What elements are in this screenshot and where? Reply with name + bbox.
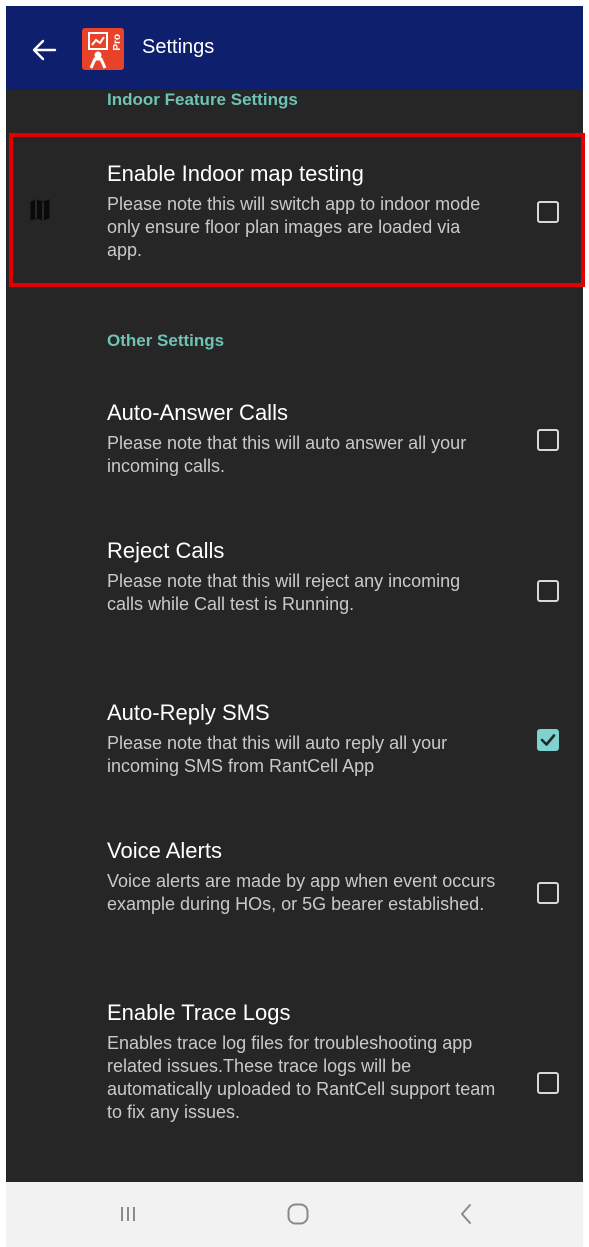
auto-reply-sms-checkbox[interactable] <box>537 729 559 751</box>
settings-screen: Pro Settings Indoor Feature Settings Ena… <box>6 6 583 1247</box>
pref-title: Voice Alerts <box>107 838 222 863</box>
section-header-other: Other Settings <box>107 331 225 350</box>
map-icon <box>30 199 50 221</box>
pref-summary: Please note that this will auto answer a… <box>107 433 467 476</box>
voice-alerts-checkbox[interactable] <box>537 882 559 904</box>
trace-logs-checkbox[interactable] <box>537 1072 559 1094</box>
app-logo: Pro <box>82 28 124 70</box>
reject-calls-checkbox[interactable] <box>537 580 559 602</box>
checkmark-icon <box>540 734 556 746</box>
home-button[interactable] <box>268 1196 328 1232</box>
home-icon <box>287 1203 309 1225</box>
arrow-left-icon <box>32 39 57 61</box>
recents-button[interactable] <box>98 1196 158 1232</box>
pref-title: Reject Calls <box>107 538 225 563</box>
pref-title: Enable Indoor map testing <box>107 161 364 186</box>
page-title: Settings <box>142 36 215 58</box>
recents-icon <box>121 1207 135 1221</box>
pref-reject-calls[interactable]: Reject Calls Please note that this will … <box>6 526 583 656</box>
pref-auto-answer[interactable]: Auto-Answer Calls Please note that this … <box>6 386 583 496</box>
pref-summary: Enables trace log files for troubleshoot… <box>107 1033 496 1122</box>
pref-voice-alerts[interactable]: Voice Alerts Voice alerts are made by ap… <box>6 826 583 956</box>
pref-title: Auto-Answer Calls <box>107 400 288 425</box>
pref-title: Enable Trace Logs <box>107 1000 291 1025</box>
app-bar: Pro Settings <box>6 6 583 90</box>
pref-summary: Please note that this will reject any in… <box>107 571 461 614</box>
pref-trace-logs[interactable]: Enable Trace Logs Enables trace log file… <box>6 986 583 1176</box>
system-nav-bar <box>6 1182 583 1247</box>
indoor-map-checkbox[interactable] <box>537 201 559 223</box>
pref-title: Auto-Reply SMS <box>107 700 270 725</box>
pref-summary: Voice alerts are made by app when event … <box>107 871 496 914</box>
pref-indoor-map[interactable]: Enable Indoor map testing Please note th… <box>6 141 583 291</box>
back-chevron-icon <box>461 1204 471 1224</box>
auto-answer-checkbox[interactable] <box>537 429 559 451</box>
pref-summary: Please note this will switch app to indo… <box>107 194 481 260</box>
pro-badge: Pro <box>112 34 123 51</box>
section-header-indoor: Indoor Feature Settings <box>107 90 298 109</box>
nav-back-button[interactable] <box>436 1196 496 1232</box>
pref-auto-reply-sms[interactable]: Auto-Reply SMS Please note that this wil… <box>6 686 583 796</box>
back-button[interactable] <box>24 32 64 68</box>
pref-summary: Please note that this will auto reply al… <box>107 733 448 776</box>
